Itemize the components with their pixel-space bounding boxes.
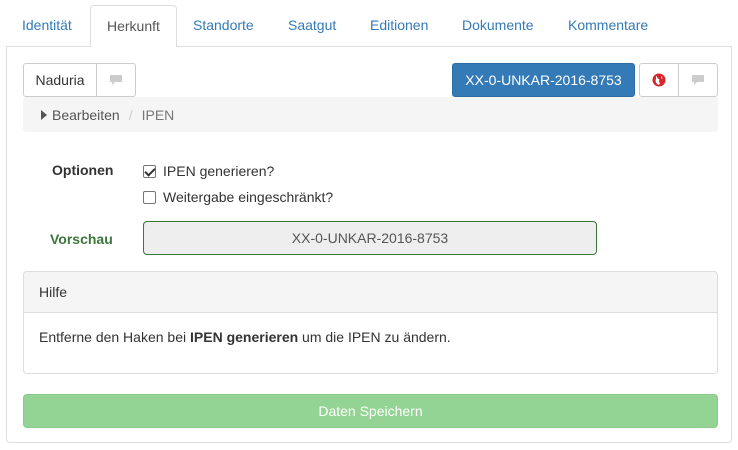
chat-icon [692, 75, 704, 85]
tab-saatgut[interactable]: Saatgut [272, 5, 352, 47]
help-panel: Hilfe Entferne den Haken bei IPEN generi… [23, 271, 718, 374]
option-generate-row: IPEN generieren? [143, 163, 274, 179]
comment-button[interactable] [96, 63, 136, 97]
map-button[interactable] [639, 63, 679, 97]
save-button[interactable]: Daten Speichern [23, 394, 718, 428]
breadcrumb-item-bearbeiten[interactable]: Bearbeiten [52, 107, 120, 123]
help-text-bold: IPEN generieren [190, 329, 299, 345]
restricted-checkbox[interactable] [143, 190, 156, 204]
comment-button-right[interactable] [678, 63, 718, 97]
options-label: Optionen [52, 162, 114, 178]
restricted-label: Weitergabe eingeschränkt? [163, 189, 334, 205]
tab-kommentare[interactable]: Kommentare [552, 5, 664, 47]
naduria-button[interactable]: Naduria [23, 63, 97, 97]
help-text: Entferne den Haken bei IPEN generieren u… [24, 313, 717, 361]
breadcrumb: Bearbeiten / IPEN [23, 97, 718, 132]
preview-label: Vorschau [50, 231, 113, 247]
help-text-before: Entferne den Haken bei [39, 329, 190, 345]
generate-ipen-checkbox[interactable] [143, 164, 156, 178]
breadcrumb-separator: / [128, 106, 133, 123]
option-restricted-row: Weitergabe eingeschränkt? [143, 189, 333, 205]
tab-dokumente[interactable]: Dokumente [446, 5, 550, 47]
globe-icon [652, 73, 666, 87]
caret-right-icon [41, 109, 47, 120]
chat-icon [110, 75, 122, 85]
accession-id-button[interactable]: XX-0-UNKAR-2016-8753 [452, 63, 635, 97]
tab-identitaet[interactable]: Identität [6, 5, 88, 47]
breadcrumb-item-ipen: IPEN [141, 106, 175, 123]
tab-standorte[interactable]: Standorte [177, 5, 270, 47]
preview-field: XX-0-UNKAR-2016-8753 [143, 221, 597, 255]
generate-ipen-label: IPEN generieren? [163, 163, 275, 179]
tab-content-panel: Naduria XX-0-UNKAR-2016-8753 Bearbeiten … [6, 47, 732, 443]
tab-bar: Identität Herkunft Standorte Saatgut Edi… [6, 5, 732, 48]
tab-herkunft[interactable]: Herkunft [90, 5, 177, 48]
help-text-after: um die IPEN zu ändern. [298, 329, 451, 345]
tab-editionen[interactable]: Editionen [354, 5, 444, 47]
help-title: Hilfe [24, 272, 717, 313]
